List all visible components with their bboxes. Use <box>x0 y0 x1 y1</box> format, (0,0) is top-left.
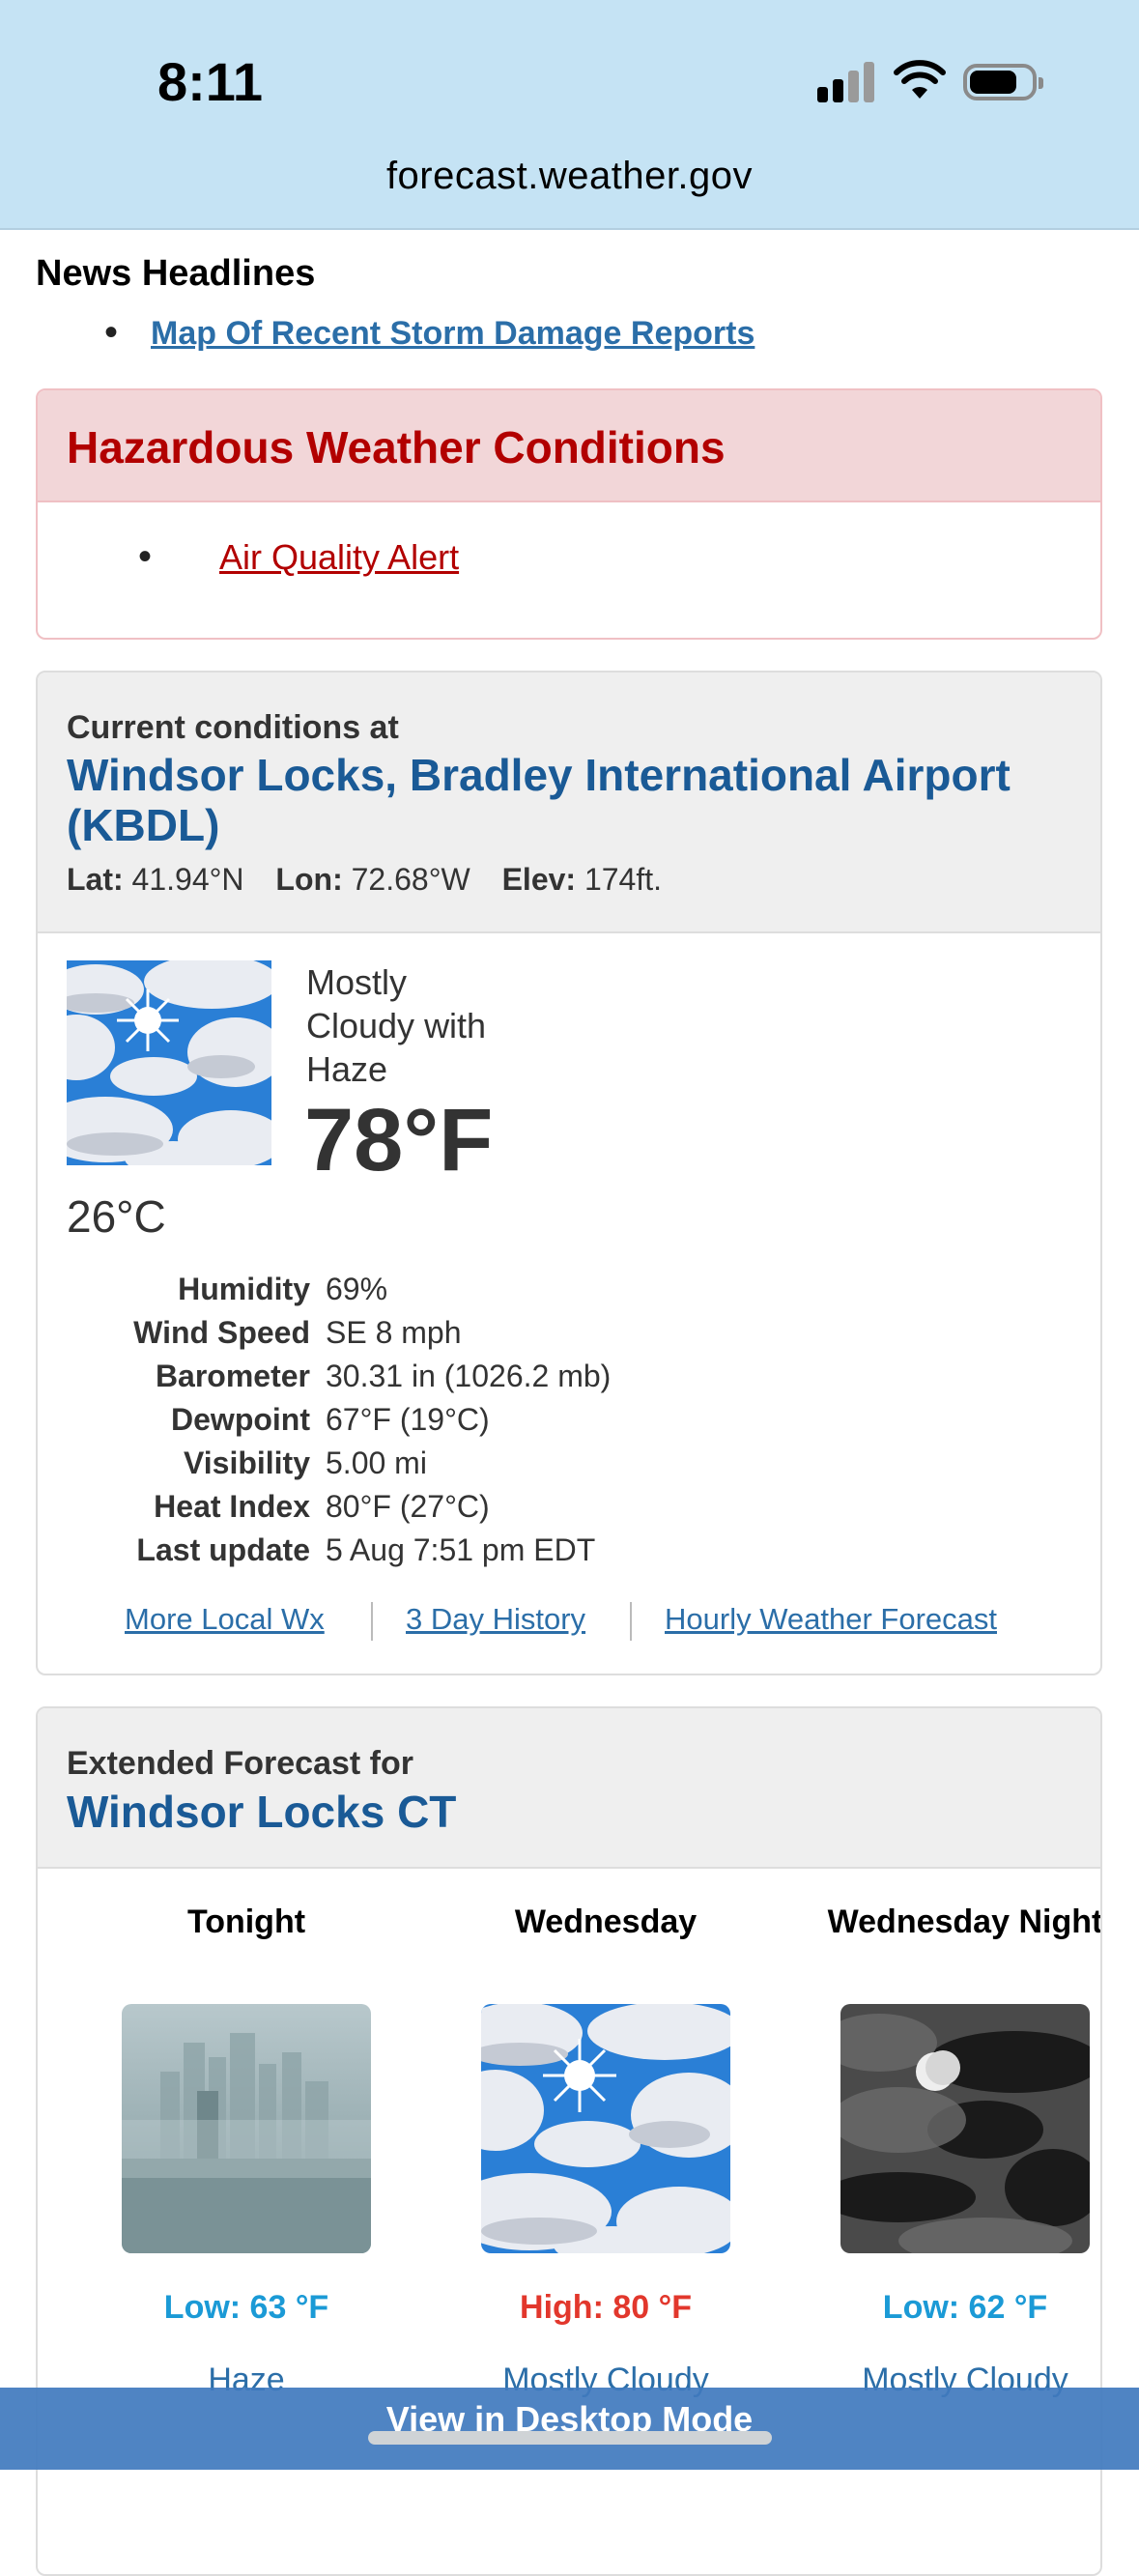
detail-value: 5.00 mi <box>326 1445 427 1480</box>
temperature-fahrenheit: 78°F <box>304 1091 494 1189</box>
link-separator <box>371 1602 373 1641</box>
cellular-signal-icon <box>817 60 875 102</box>
lat-label: Lat: <box>67 862 124 897</box>
temperature-celsius: 26°C <box>67 1191 166 1242</box>
mostly-cloudy-icon <box>67 960 271 1165</box>
forecast-period-tonight[interactable]: Tonight Low: 63 °F Haze <box>101 1898 391 2399</box>
more-local-wx-link[interactable]: More Local Wx <box>125 1602 325 1637</box>
elev-label: Elev: <box>501 862 577 897</box>
period-temperature: Low: 62 °F <box>882 2289 1048 2326</box>
forecast-period-wednesday[interactable]: Wednesday High: 80 °F Mostly Cloudy <box>447 1898 751 2399</box>
condition-description-line: Mostly <box>306 962 408 1002</box>
extended-forecast-label: Extended Forecast for <box>67 1745 413 1782</box>
period-temperature: Low: 63 °F <box>163 2289 329 2326</box>
battery-icon <box>963 64 1043 100</box>
detail-label: Visibility <box>183 1445 310 1480</box>
period-name: Tonight <box>186 1903 306 1940</box>
detail-label: Last update <box>136 1532 310 1567</box>
elev-value: 174ft. <box>584 862 663 897</box>
detail-value: 30.31 in (1026.2 mb) <box>326 1359 612 1393</box>
period-name: Wednesday Night <box>827 1903 1102 1940</box>
detail-label: Heat Index <box>154 1489 310 1524</box>
three-day-history-link[interactable]: 3 Day History <box>406 1602 585 1637</box>
mostly-cloudy-icon <box>447 2002 747 2265</box>
station-name: Windsor Locks, Bradley International Air… <box>67 750 1011 850</box>
detail-value: 80°F (27°C) <box>326 1489 490 1524</box>
news-headlines-title: News Headlines <box>36 253 316 294</box>
news-link-storm-damage[interactable]: Map Of Recent Storm Damage Reports <box>151 315 755 353</box>
wifi-icon <box>894 60 946 99</box>
lat-value: 41.94°N <box>131 862 244 897</box>
lon-value: 72.68°W <box>351 862 470 897</box>
condition-description-line: Haze <box>306 1049 388 1089</box>
period-name: Wednesday <box>514 1903 698 1940</box>
hourly-weather-forecast-link[interactable]: Hourly Weather Forecast <box>665 1602 997 1637</box>
status-time: 8:11 <box>157 51 263 112</box>
link-separator <box>630 1602 632 1641</box>
station-coordinates: Lat: 41.94°N Lon: 72.68°W Elev: 174ft. <box>67 862 662 898</box>
detail-label: Dewpoint <box>171 1402 310 1437</box>
conditions-links: More Local Wx 3 Day History Hourly Weath… <box>38 1602 1100 1650</box>
view-desktop-mode-bar[interactable]: View in Desktop Mode <box>0 2388 1139 2470</box>
detail-value: 69% <box>326 1272 388 1306</box>
home-indicator[interactable] <box>368 2431 772 2445</box>
forecast-period-wednesday-night[interactable]: Wednesday Night Low: 62 °F Mostly Cloudy <box>820 1898 1102 2399</box>
detail-value: SE 8 mph <box>326 1315 462 1350</box>
current-conditions-label: Current conditions at <box>67 709 399 746</box>
detail-label: Humidity <box>178 1272 310 1306</box>
extended-forecast-place: Windsor Locks CT <box>67 1787 457 1837</box>
hazard-panel: Hazardous Weather Conditions • Air Quali… <box>36 388 1102 640</box>
browser-top-bar: 8:11 forecast.weather.gov <box>0 0 1139 230</box>
night-cloudy-icon <box>821 2004 1100 2264</box>
period-temperature: High: 80 °F <box>520 2289 692 2326</box>
detail-label: Barometer <box>155 1359 310 1393</box>
bullet-icon: • <box>104 311 119 354</box>
condition-description: Mostly Cloudy with Haze <box>306 960 486 1091</box>
detail-value: 5 Aug 7:51 pm EDT <box>326 1532 596 1567</box>
haze-icon <box>122 2004 371 2253</box>
bullet-icon: • <box>138 535 153 578</box>
condition-description-line: Cloudy with <box>306 1006 487 1045</box>
detail-label: Wind Speed <box>133 1315 310 1350</box>
current-conditions-panel: Current conditions at Windsor Locks, Bra… <box>36 671 1102 1675</box>
hazard-title: Hazardous Weather Conditions <box>67 422 726 472</box>
air-quality-alert-link[interactable]: Air Quality Alert <box>219 537 459 578</box>
detail-value: 67°F (19°C) <box>326 1402 490 1437</box>
lon-label: Lon: <box>275 862 343 897</box>
url-bar[interactable]: forecast.weather.gov <box>0 155 1139 198</box>
